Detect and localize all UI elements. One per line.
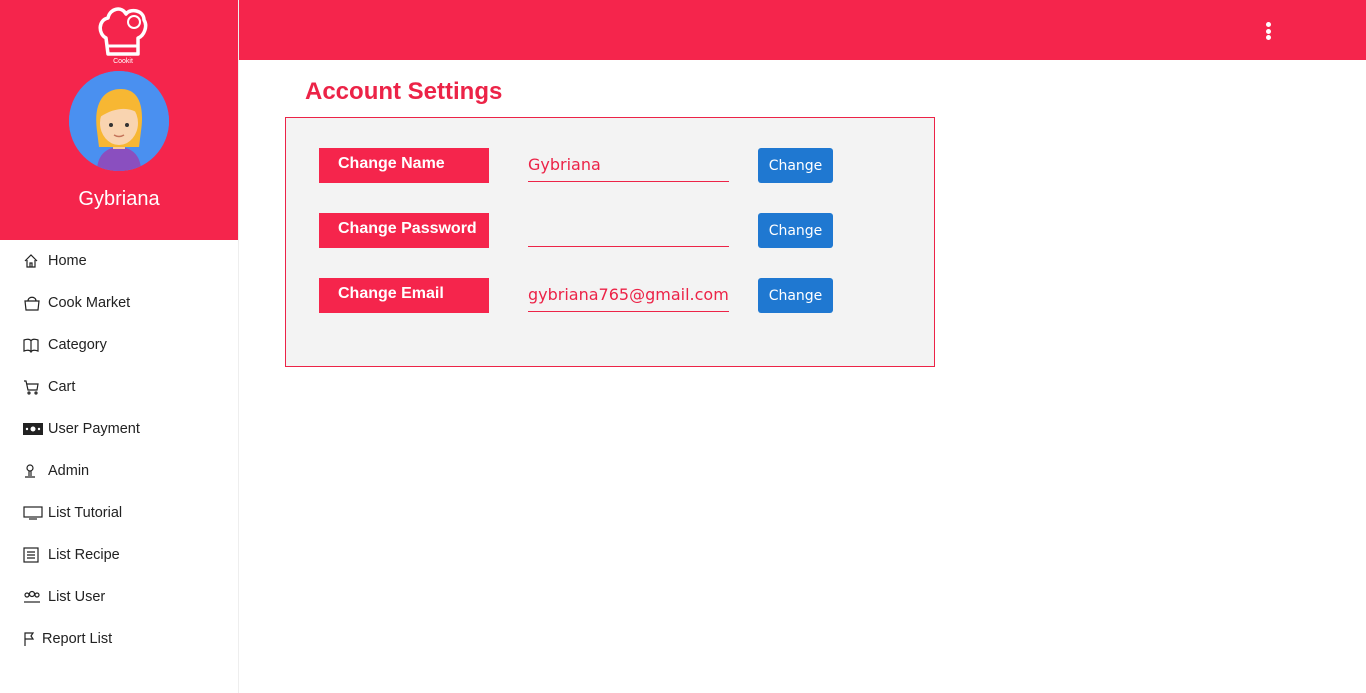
list-icon <box>23 547 43 563</box>
cart-icon <box>23 379 43 395</box>
money-icon <box>23 421 43 437</box>
sidebar-item-cook-market[interactable]: Cook Market <box>0 282 238 324</box>
account-settings-card: Change Name Change Change Password Chang… <box>285 117 935 367</box>
sidebar-item-label: List Recipe <box>48 547 120 563</box>
sidebar-item-label: Cook Market <box>48 295 131 311</box>
change-name-label: Change Name <box>319 148 489 183</box>
sidebar-item-label: Cart <box>48 379 76 395</box>
change-email-button[interactable]: Change <box>758 278 833 313</box>
sidebar-item-label: List Tutorial <box>48 505 123 521</box>
sidebar-item-label: Category <box>48 337 107 353</box>
logo-text: Cookit <box>113 58 133 65</box>
book-icon <box>23 337 43 353</box>
sidebar-item-admin[interactable]: Admin <box>0 450 238 492</box>
password-field[interactable] <box>528 213 729 247</box>
change-password-button[interactable]: Change <box>758 213 833 248</box>
home-icon <box>23 253 43 269</box>
profile-username: Gybriana <box>78 188 160 210</box>
sidebar-item-label: Admin <box>48 463 90 479</box>
name-field[interactable] <box>528 148 729 182</box>
shopping-bag-icon <box>23 295 43 311</box>
page-title: Account Settings <box>305 78 503 105</box>
sidebar-item-home[interactable]: Home <box>0 240 238 282</box>
sidebar-item-list-user[interactable]: List User <box>0 576 238 618</box>
change-name-button[interactable]: Change <box>758 148 833 183</box>
avatar[interactable] <box>69 71 169 171</box>
kebab-menu-icon[interactable] <box>1258 18 1278 44</box>
sidebar-item-label: Home <box>48 253 87 269</box>
sidebar-item-user-payment[interactable]: User Payment <box>0 408 238 450</box>
profile-panel: Cookit Gybriana <box>0 0 238 240</box>
sidebar-nav: Home Cook Market Category Cart User Paym… <box>0 240 238 660</box>
sidebar: Cookit Gybriana Home Cook Market Categor… <box>0 0 239 693</box>
sidebar-item-list-tutorial[interactable]: List Tutorial <box>0 492 238 534</box>
sidebar-item-label: Report List <box>42 631 113 647</box>
sidebar-item-label: User Payment <box>48 421 140 437</box>
change-email-label: Change Email <box>319 278 489 313</box>
user-icon <box>23 463 43 479</box>
sidebar-item-list-recipe[interactable]: List Recipe <box>0 534 238 576</box>
change-password-label: Change Password <box>319 213 489 248</box>
users-icon <box>23 589 43 605</box>
email-field[interactable] <box>528 278 729 312</box>
sidebar-item-label: List User <box>48 589 106 605</box>
flag-icon <box>23 631 37 647</box>
monitor-icon <box>23 505 43 521</box>
sidebar-item-cart[interactable]: Cart <box>0 366 238 408</box>
sidebar-item-category[interactable]: Category <box>0 324 238 366</box>
chef-hat-logo-icon[interactable]: Cookit <box>96 4 150 66</box>
sidebar-item-report-list[interactable]: Report List <box>0 618 238 660</box>
